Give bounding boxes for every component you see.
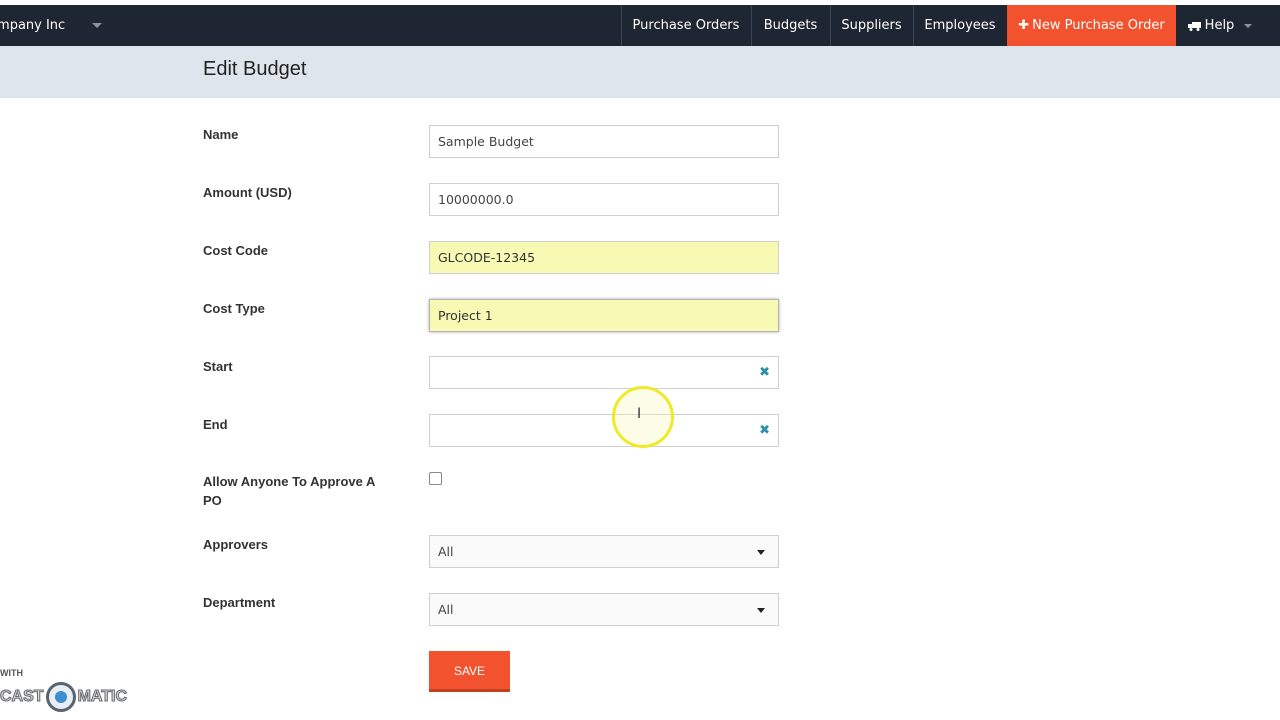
cost-code-label: Cost Code [203, 243, 268, 258]
help-label: Help [1204, 18, 1235, 33]
cost-code-input[interactable]: GLCODE-12345 [429, 241, 779, 274]
allow-anyone-label: Allow Anyone To Approve A PO [203, 474, 375, 508]
screencast-logo-icon [45, 682, 76, 712]
watermark-left: CAST [0, 688, 44, 706]
save-button[interactable]: SAVE [429, 651, 510, 692]
clear-icon[interactable]: ✖ [759, 415, 770, 446]
chevron-down-icon[interactable] [92, 23, 102, 28]
allow-anyone-checkbox[interactable] [429, 472, 442, 485]
department-label: Department [203, 595, 276, 610]
approvers-select[interactable]: All [429, 535, 779, 568]
nav-suppliers[interactable]: Suppliers [830, 5, 913, 46]
nav-employees[interactable]: Employees [913, 5, 1007, 46]
top-navbar: Company Inc Purchase Orders Budgets Supp… [0, 5, 1280, 46]
amount-label: Amount (USD) [203, 185, 292, 200]
truck-icon [1187, 21, 1201, 31]
new-purchase-order-button[interactable]: ✚ New Purchase Order [1007, 5, 1176, 46]
page-title: Edit Budget [203, 58, 307, 80]
start-date-input[interactable]: ✖ [429, 356, 779, 389]
page-header: Edit Budget [0, 46, 1280, 98]
department-selected: All [438, 602, 454, 617]
end-date-input[interactable]: ✖ [429, 414, 779, 447]
name-input[interactable]: Sample Budget [429, 125, 779, 158]
company-name: Company Inc [0, 18, 66, 33]
start-label: Start [203, 359, 233, 374]
caret-down-icon [757, 550, 765, 555]
watermark-with-text: WITH [0, 668, 23, 678]
department-select[interactable]: All [429, 593, 779, 626]
chevron-down-icon [1244, 23, 1253, 28]
new-purchase-order-label: New Purchase Order [1032, 18, 1165, 33]
text-cursor-icon: I [637, 406, 642, 422]
plus-icon: ✚ [1018, 18, 1030, 33]
watermark-right: MATIC [77, 688, 128, 706]
clear-icon[interactable]: ✖ [759, 357, 770, 388]
approvers-selected: All [438, 544, 454, 559]
cursor-highlight [612, 386, 674, 448]
caret-down-icon [757, 608, 765, 613]
amount-input[interactable]: 10000000.0 [429, 183, 779, 216]
cost-type-label: Cost Type [203, 301, 265, 316]
help-menu[interactable]: Help [1176, 5, 1264, 46]
cost-type-input[interactable]: Project 1 [429, 299, 779, 332]
nav-purchase-orders[interactable]: Purchase Orders [621, 5, 751, 46]
approvers-label: Approvers [203, 537, 269, 552]
screencast-watermark: CAST MATIC [0, 682, 128, 712]
end-label: End [203, 417, 228, 432]
nav-budgets[interactable]: Budgets [751, 5, 830, 46]
name-label: Name [203, 127, 239, 142]
